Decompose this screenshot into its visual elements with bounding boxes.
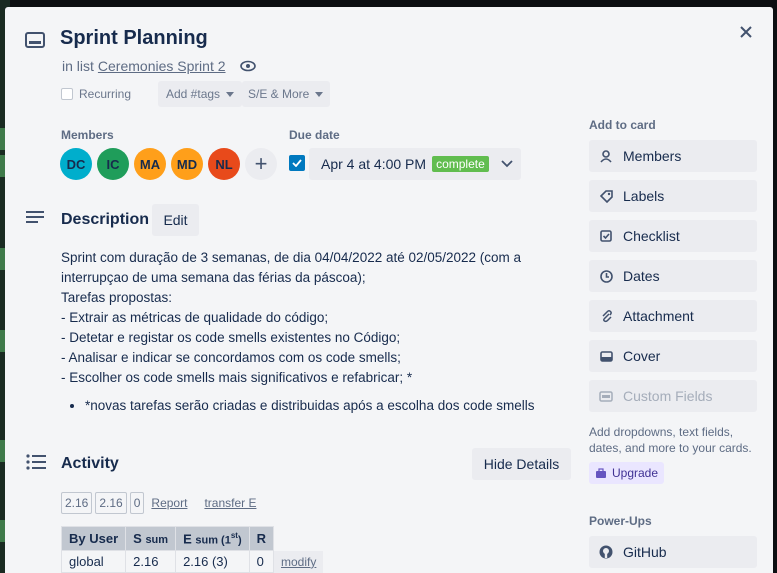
due-complete-checkbox[interactable] (289, 155, 305, 171)
description-line: - Escolher os code smells mais significa… (61, 370, 413, 385)
members-heading: Members (61, 128, 114, 142)
close-icon[interactable] (735, 21, 757, 43)
cover-button-label: Cover (623, 348, 661, 364)
member-avatars: DC IC MA MD NL + (60, 148, 277, 180)
recurring-checkbox[interactable] (61, 88, 73, 100)
report-link[interactable]: Report (151, 496, 187, 510)
attachment-button[interactable]: Attachment (589, 300, 757, 332)
se-more-label: S/E & More (248, 87, 310, 101)
list-breadcrumb: in list Ceremonies Sprint 2 (62, 58, 256, 74)
add-tags-label: Add #tags (166, 87, 221, 101)
description-icon (26, 210, 44, 229)
column-header: S sum (125, 525, 177, 552)
checklist-button[interactable]: Checklist (589, 220, 757, 252)
description-line: - Detetar e registar os code smells exis… (61, 330, 401, 345)
column-header: By User (60, 525, 127, 552)
spent-box: 2.16 (61, 492, 93, 514)
column-header-sub: sum (1 (195, 534, 231, 547)
column-header-main: S (133, 531, 142, 547)
card-title[interactable]: Sprint Planning (60, 27, 208, 50)
avatar[interactable]: IC (97, 148, 129, 180)
powerups-heading: Power-Ups (589, 514, 652, 528)
github-icon (599, 545, 613, 559)
cover-icon (599, 349, 613, 363)
status-badge: complete (432, 156, 489, 172)
plus-summary-row: 2.16 2.16 0 Report transfer E (61, 492, 256, 514)
checklist-icon (599, 229, 613, 243)
clock-icon (599, 269, 613, 283)
description-bullet: *novas tarefas serão criadas e distribui… (85, 396, 561, 416)
members-button[interactable]: Members (589, 140, 757, 172)
upgrade-button[interactable]: Upgrade (589, 462, 665, 484)
recurring-label: Recurring (79, 87, 132, 101)
table-cell: global (60, 550, 127, 573)
add-tags-button[interactable]: Add #tags (158, 81, 242, 107)
due-date-button[interactable]: Apr 4 at 4:00 PM complete (309, 148, 521, 180)
tag-icon (599, 189, 613, 203)
table-row: global 2.16 2.16 (3) 0 modify (60, 550, 324, 573)
avatar[interactable]: MA (134, 148, 166, 180)
due-date-value: Apr 4 at 4:00 PM (321, 156, 427, 172)
in-list-prefix: in list (62, 58, 94, 74)
attachment-button-label: Attachment (623, 308, 694, 324)
column-header-sub: sum (145, 534, 169, 547)
column-header-main: E (183, 531, 192, 547)
github-label: GitHub (623, 544, 667, 560)
modify-link[interactable]: modify (273, 550, 324, 573)
card-sidebar: Add to card Members Labels Checklist Dat… (589, 118, 757, 568)
hide-details-button[interactable]: Hide Details (472, 448, 571, 480)
description-line: - Analisar e indicar se concordamos com … (61, 350, 401, 365)
custom-fields-hint: Add dropdowns, text fields, dates, and m… (589, 425, 752, 455)
column-header: E sum (1st) (175, 525, 250, 552)
transfer-link[interactable]: transfer E (204, 496, 256, 510)
custom-fields-icon (599, 389, 613, 403)
description-line: Tarefas propostas: (61, 290, 173, 305)
chevron-down-icon (501, 160, 513, 168)
table-cell: 2.16 (3) (175, 550, 250, 573)
add-to-card-heading: Add to card (589, 118, 656, 132)
cover-button[interactable]: Cover (589, 340, 757, 372)
column-header: R (248, 525, 275, 552)
checklist-button-label: Checklist (623, 228, 680, 244)
description-line: - Extrair as métricas de qualidade do có… (61, 310, 329, 325)
card-detail-dialog: Sprint Planning in list Ceremonies Sprin… (5, 7, 773, 573)
members-button-label: Members (623, 148, 682, 164)
dates-button-label: Dates (623, 268, 660, 284)
github-button[interactable]: GitHub (589, 536, 757, 568)
description-heading: Description (61, 211, 150, 228)
edit-description-button[interactable]: Edit (152, 204, 199, 236)
custom-fields-button[interactable]: Custom Fields (589, 380, 757, 412)
remain-box: 0 (129, 492, 145, 514)
due-date-heading: Due date (289, 128, 340, 142)
table-cell: 2.16 (125, 550, 177, 573)
description-text[interactable]: Sprint com duração de 3 semanas, de dia … (61, 248, 561, 416)
dates-button[interactable]: Dates (589, 260, 757, 292)
paperclip-icon (599, 309, 613, 323)
plus-table: By User S sum E sum (1st) R global 2.16 … (60, 525, 324, 573)
column-header-sup: st (230, 531, 238, 540)
upgrade-label: Upgrade (612, 466, 659, 480)
activity-heading: Activity (61, 455, 119, 472)
table-cell: 0 (248, 550, 275, 573)
card-icon (25, 32, 45, 53)
description-line: Sprint com duração de 3 semanas, de dia … (61, 250, 522, 285)
avatar[interactable]: MD (171, 148, 203, 180)
avatar[interactable]: DC (60, 148, 92, 180)
estimate-box: 2.16 (95, 492, 127, 514)
list-link[interactable]: Ceremonies Sprint 2 (98, 58, 226, 74)
labels-button-label: Labels (623, 188, 665, 204)
avatar[interactable]: NL (208, 148, 240, 180)
chevron-down-icon (226, 91, 235, 97)
person-icon (599, 149, 613, 163)
labels-button[interactable]: Labels (589, 180, 757, 212)
briefcase-icon (595, 467, 607, 479)
chevron-down-icon (315, 91, 324, 97)
add-member-button[interactable]: + (245, 148, 277, 180)
recurring-toggle[interactable]: Recurring (61, 87, 131, 101)
column-header-end: ) (237, 534, 242, 547)
custom-fields-label: Custom Fields (623, 388, 713, 404)
eye-icon[interactable] (239, 60, 256, 72)
se-more-button[interactable]: S/E & More (242, 81, 330, 107)
activity-icon (26, 454, 46, 475)
